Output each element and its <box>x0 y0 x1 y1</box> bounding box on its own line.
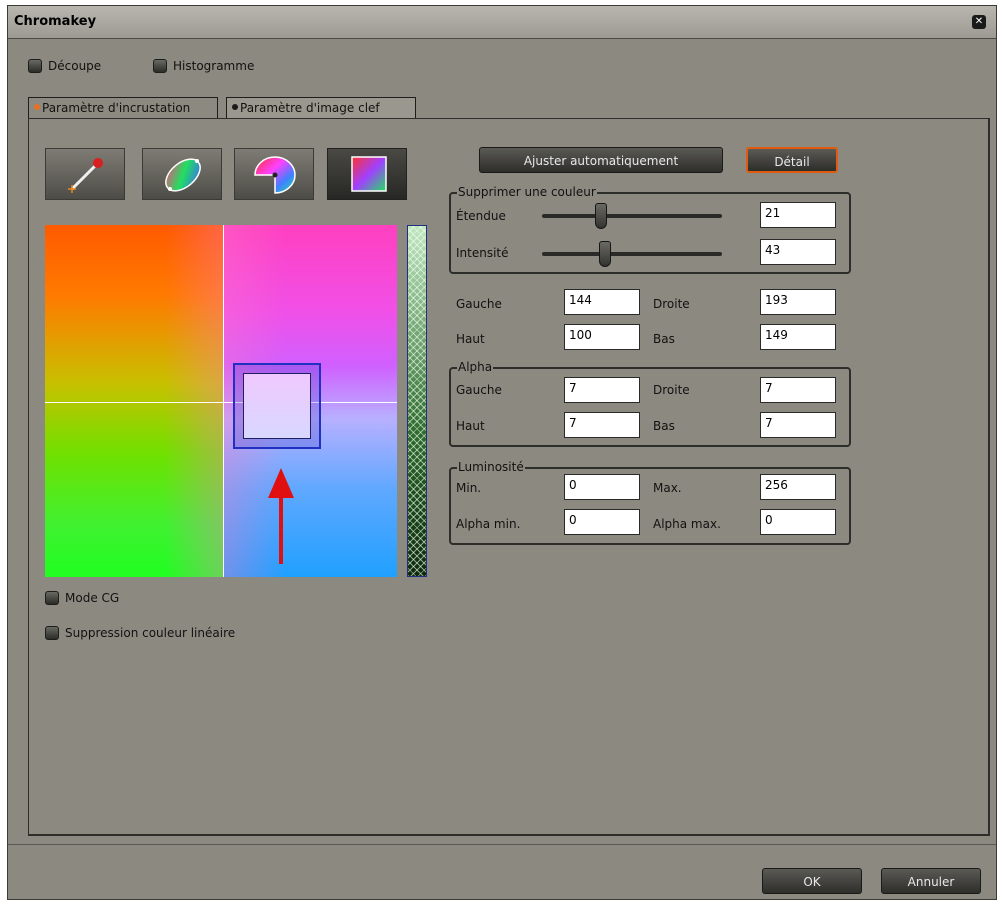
detail-button[interactable]: Détail <box>746 147 838 173</box>
alpha-gauche-label: Gauche <box>456 383 502 397</box>
alpha-droite-field[interactable]: 7 <box>760 377 836 403</box>
bas-label: Bas <box>653 332 675 346</box>
alpha-gauche-field[interactable]: 7 <box>564 377 640 403</box>
eyedropper-tool-button[interactable] <box>45 148 125 200</box>
max-field[interactable]: 256 <box>760 474 836 500</box>
checkbox-box[interactable] <box>45 626 59 640</box>
alpha-haut-label: Haut <box>456 419 485 433</box>
alpha-bas-field[interactable]: 7 <box>760 412 836 438</box>
alpha-max-field[interactable]: 0 <box>760 509 836 535</box>
bas-field[interactable]: 149 <box>760 324 836 350</box>
luminance-bar[interactable] <box>407 225 427 577</box>
droite-field[interactable]: 193 <box>760 289 836 315</box>
color-wheel-tool-button[interactable] <box>234 148 314 200</box>
tab-parametre-image-clef[interactable]: Paramètre d'image clef <box>226 97 416 119</box>
gauche-label: Gauche <box>456 297 502 311</box>
luminosite-legend: Luminosité <box>457 460 525 474</box>
auto-adjust-button[interactable]: Ajuster automatiquement <box>479 147 723 173</box>
alpha-legend: Alpha <box>457 360 494 374</box>
droite-label: Droite <box>653 297 690 311</box>
chromakey-dialog: Chromakey ✕ Découpe Histogramme Paramètr… <box>7 5 997 900</box>
ellipse-tool-button[interactable] <box>142 148 222 200</box>
intensite-label: Intensité <box>456 246 509 260</box>
etendue-slider[interactable] <box>542 214 722 218</box>
alpha-bas-label: Bas <box>653 419 675 433</box>
key-selection-inner[interactable] <box>243 373 311 439</box>
mode-cg-label: Mode CG <box>65 591 120 605</box>
histogramme-checkbox[interactable]: Histogramme <box>153 59 254 73</box>
mode-cg-checkbox[interactable]: Mode CG <box>45 591 119 605</box>
suppression-lineaire-checkbox[interactable]: Suppression couleur linéaire <box>45 626 235 640</box>
crosshair-vertical <box>223 225 224 577</box>
alpha-min-field[interactable]: 0 <box>564 509 640 535</box>
eyedropper-icon <box>68 158 103 193</box>
intensite-field[interactable]: 43 <box>760 239 836 265</box>
max-label: Max. <box>653 481 682 495</box>
checkbox-box[interactable] <box>45 591 59 605</box>
suppression-lineaire-label: Suppression couleur linéaire <box>65 626 236 640</box>
cancel-button[interactable]: Annuler <box>881 868 981 894</box>
tab-label: Paramètre d'incrustation <box>42 101 191 115</box>
min-field[interactable]: 0 <box>564 474 640 500</box>
gauche-field[interactable]: 144 <box>564 289 640 315</box>
tab-label: Paramètre d'image clef <box>240 101 380 115</box>
histogramme-label: Histogramme <box>173 59 255 73</box>
ok-button[interactable]: OK <box>762 868 862 894</box>
tab-indicator-icon <box>232 104 238 110</box>
footer-divider <box>8 844 996 845</box>
decoupe-label: Découpe <box>48 59 102 73</box>
red-arrow-icon <box>268 468 294 564</box>
suppress-legend: Supprimer une couleur <box>457 185 597 199</box>
window-title: Chromakey <box>14 14 97 29</box>
checkbox-box[interactable] <box>28 59 42 73</box>
decoupe-checkbox[interactable]: Découpe <box>28 59 101 73</box>
alpha-haut-field[interactable]: 7 <box>564 412 640 438</box>
square-gradient-icon <box>351 156 387 192</box>
intensite-slider[interactable] <box>542 252 722 256</box>
square-tool-button[interactable] <box>327 148 407 200</box>
title-bar: Chromakey ✕ <box>8 6 996 39</box>
crosshair-horizontal <box>45 402 397 403</box>
close-icon[interactable]: ✕ <box>972 15 986 29</box>
etendue-slider-thumb[interactable] <box>595 203 607 229</box>
key-selection-region[interactable] <box>233 363 321 449</box>
alpha-max-label: Alpha max. <box>653 517 721 531</box>
tab-parametre-incrustation[interactable]: Paramètre d'incrustation <box>28 97 218 119</box>
etendue-label: Étendue <box>456 209 506 223</box>
alpha-droite-label: Droite <box>653 383 690 397</box>
haut-field[interactable]: 100 <box>564 324 640 350</box>
etendue-field[interactable]: 21 <box>760 202 836 228</box>
intensite-slider-thumb[interactable] <box>599 241 611 267</box>
min-label: Min. <box>456 481 482 495</box>
alpha-min-label: Alpha min. <box>456 517 521 531</box>
haut-label: Haut <box>456 332 485 346</box>
color-plane[interactable] <box>45 225 397 577</box>
ellipse-gradient-icon <box>165 158 201 192</box>
tab-indicator-icon <box>34 104 40 110</box>
color-wheel-icon <box>254 156 296 194</box>
checkbox-box[interactable] <box>153 59 167 73</box>
